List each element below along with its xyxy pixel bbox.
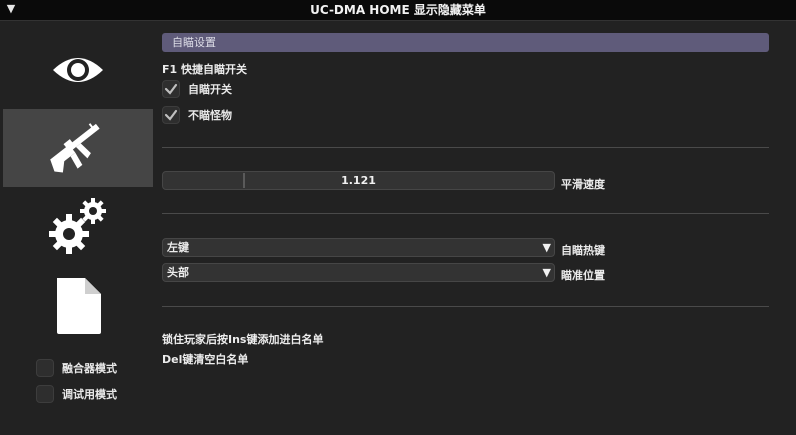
nav-settings-button[interactable] — [3, 187, 153, 265]
aim-hotkey-label: 自瞄热键 — [561, 244, 605, 257]
sidebar: 融合器模式 调试用模式 — [0, 21, 156, 435]
checkmark-icon — [164, 83, 178, 95]
divider — [162, 213, 769, 214]
ignore-monsters-label: 不瞄怪物 — [188, 109, 232, 122]
nav-visuals-button[interactable] — [3, 31, 153, 109]
hotkey-hint: F1 快捷自瞄开关 — [162, 63, 247, 76]
document-icon — [57, 278, 101, 334]
section-header-aim-settings: 自瞄设置 — [162, 33, 769, 52]
debug-mode-box[interactable] — [36, 385, 54, 403]
ignore-monsters-box[interactable] — [162, 106, 180, 124]
gears-icon — [49, 198, 106, 254]
smooth-speed-slider[interactable]: 1.121 — [162, 171, 555, 190]
aim-position-value: 头部 — [167, 266, 189, 279]
rifle-icon — [50, 123, 100, 173]
aim-position-label: 瞄准位置 — [561, 269, 605, 282]
fuser-mode-label: 融合器模式 — [62, 362, 117, 375]
eye-icon — [53, 58, 103, 82]
title-bar[interactable]: ▼ UC-DMA HOME 显示隐藏菜单 — [0, 0, 796, 21]
aimbot-toggle-checkbox[interactable]: 自瞄开关 — [162, 79, 232, 99]
nav-aimbot-button[interactable] — [3, 109, 153, 187]
dropdown-arrow-icon[interactable]: ▼ — [543, 264, 551, 281]
aimbot-toggle-label: 自瞄开关 — [188, 83, 232, 96]
fuser-mode-box[interactable] — [36, 359, 54, 377]
aim-hotkey-value: 左键 — [167, 241, 189, 254]
fuser-mode-checkbox[interactable]: 融合器模式 — [36, 358, 117, 378]
divider — [162, 306, 769, 307]
aimbot-toggle-box[interactable] — [162, 80, 180, 98]
smooth-speed-value: 1.121 — [341, 174, 376, 187]
window-title: UC-DMA HOME 显示隐藏菜单 — [310, 3, 486, 17]
nav-config-button[interactable] — [3, 267, 153, 345]
aim-hotkey-dropdown[interactable]: 左键 ▼ — [162, 238, 555, 257]
main-window: ▼ UC-DMA HOME 显示隐藏菜单 融合器模式 调试用模式 自瞄设置 F1… — [0, 0, 796, 435]
whitelist-add-note: 锁住玩家后按Ins键添加进白名单 — [162, 333, 324, 346]
debug-mode-checkbox[interactable]: 调试用模式 — [36, 384, 117, 404]
divider — [162, 147, 769, 148]
smooth-speed-label: 平滑速度 — [561, 178, 605, 191]
ignore-monsters-checkbox[interactable]: 不瞄怪物 — [162, 105, 232, 125]
dropdown-arrow-icon[interactable]: ▼ — [543, 239, 551, 256]
debug-mode-label: 调试用模式 — [62, 388, 117, 401]
aim-position-dropdown[interactable]: 头部 ▼ — [162, 263, 555, 282]
whitelist-clear-note: Del键清空白名单 — [162, 353, 249, 366]
checkmark-icon — [164, 109, 178, 121]
